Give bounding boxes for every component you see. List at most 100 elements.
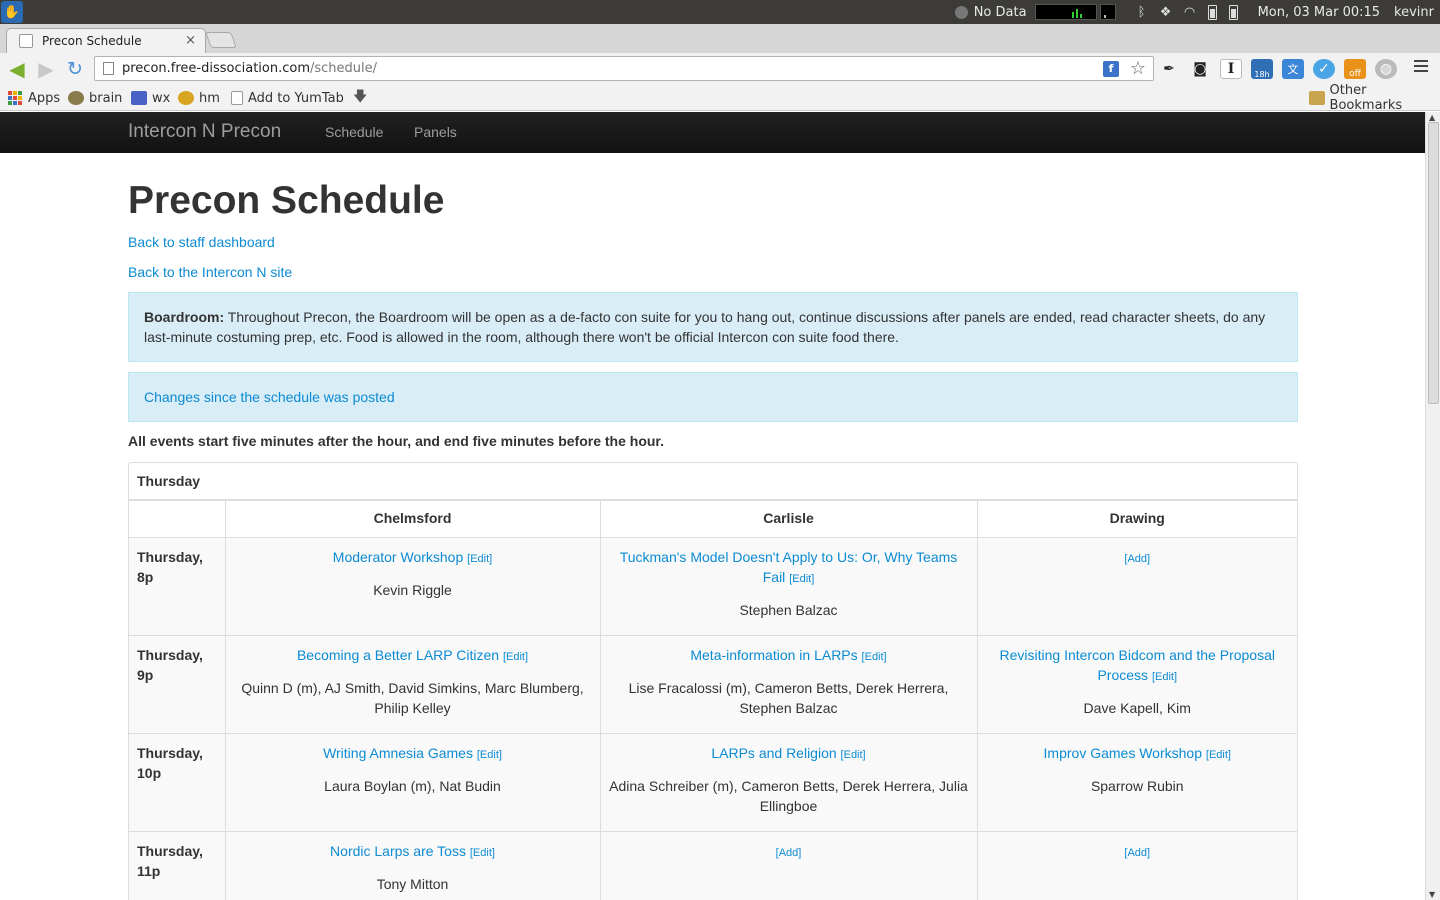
session-title-link[interactable]: Nordic Larps are Toss [330, 843, 466, 859]
calendar-extension-icon[interactable]: 18h [1251, 59, 1273, 79]
hamburger-menu-icon[interactable] [1414, 60, 1428, 75]
session-cell: Writing Amnesia Games [Edit] Laura Boylan… [224, 733, 601, 832]
back-arrow-icon[interactable]: ◀ [6, 57, 28, 81]
session-cell: Moderator Workshop [Edit] Kevin Riggle [224, 537, 601, 636]
battery-2-icon[interactable] [1228, 4, 1238, 20]
back-to-dashboard-link[interactable]: Back to staff dashboard [128, 234, 275, 250]
other-bookmarks[interactable]: Other Bookmarks [1309, 83, 1440, 113]
instapaper-icon[interactable]: I [1220, 59, 1242, 79]
url-host: precon.free-dissociation.com [122, 61, 310, 76]
tab-precon-schedule[interactable]: Precon Schedule × [6, 28, 206, 53]
back-to-site-link[interactable]: Back to the Intercon N site [128, 264, 292, 280]
session-title-line: Tuckman's Model Doesn't Apply to Us: Or,… [609, 547, 969, 589]
forward-arrow-icon[interactable]: ▶ [35, 57, 57, 81]
bluetooth-icon[interactable]: ᛒ [1133, 5, 1151, 20]
os-menu-icon[interactable]: ✋ [1, 1, 23, 23]
bookmark-star-icon[interactable]: ☆ [1130, 58, 1146, 79]
session-title-link[interactable]: Moderator Workshop [333, 549, 463, 565]
room-header: Chelmsford [224, 500, 601, 538]
bookmark-add-to-yumtab[interactable]: Add to YumTab [231, 88, 344, 108]
scrollbar-thumb[interactable] [1428, 122, 1439, 404]
user-menu[interactable]: kevinr [1394, 5, 1434, 20]
add-session-link[interactable]: [Add] [776, 847, 802, 859]
nav-schedule[interactable]: Schedule [325, 124, 383, 140]
edit-session-link[interactable]: [Edit] [477, 749, 502, 761]
dropbox-icon[interactable]: ❖ [1157, 5, 1175, 20]
battery-icon[interactable] [1207, 4, 1217, 20]
empty-session-cell: [Add] [976, 831, 1297, 900]
mask-extension-icon[interactable]: ◙ [1189, 59, 1211, 79]
time-hour: 10p [137, 765, 162, 781]
room-header-row: Chelmsford Carlisle Drawing [129, 500, 1297, 538]
checkmark-extension-icon[interactable]: ✓ [1313, 59, 1335, 79]
reload-icon[interactable]: ↻ [64, 58, 86, 80]
memory-graph [1099, 4, 1116, 20]
network-label: No Data [973, 4, 1027, 20]
session-cell: Improv Games Workshop [Edit] Sparrow Rubi… [976, 733, 1297, 832]
wifi-icon[interactable]: ◠ [1181, 5, 1199, 20]
session-title-link[interactable]: LARPs and Religion [711, 745, 836, 761]
add-session-link[interactable]: [Add] [1124, 847, 1150, 859]
bookmark-hm[interactable]: hm [178, 88, 220, 108]
edit-session-link[interactable]: [Edit] [1206, 749, 1231, 761]
download-arrow-icon[interactable]: 🡇 [353, 88, 367, 108]
nav-panels[interactable]: Panels [414, 124, 457, 140]
edit-session-link[interactable]: [Edit] [1152, 671, 1177, 683]
edit-session-link[interactable]: [Edit] [789, 573, 814, 585]
session-cell: LARPs and Religion [Edit] Adina Schreiber… [599, 733, 978, 832]
time-slot-row: Thursday, 9p Becoming a Better LARP Citize… [129, 635, 1297, 734]
session-title-line: Improv Games Workshop [Edit] [986, 743, 1290, 765]
add-session-link[interactable]: [Add] [1124, 553, 1150, 565]
new-tab-button[interactable] [205, 32, 237, 48]
scroll-down-arrow-icon[interactable]: ▼ [1429, 890, 1435, 899]
edit-session-link[interactable]: [Edit] [862, 651, 887, 663]
bookmark-wx[interactable]: wx [131, 88, 170, 108]
session-cell: Revisiting Intercon Bidcom and the Propo… [976, 635, 1297, 734]
tab-close-icon[interactable]: × [185, 33, 196, 48]
cpu-graph [1034, 4, 1097, 20]
site-navbar: Intercon N Precon Schedule Panels [0, 112, 1425, 153]
session-title-line: Moderator Workshop [Edit] [234, 547, 592, 569]
session-title-link[interactable]: Writing Amnesia Games [323, 745, 473, 761]
facebook-share-icon[interactable]: f [1103, 61, 1119, 77]
time-slot-row: Thursday, 11p Nordic Larps are Toss [Edit]… [129, 831, 1297, 900]
day-heading: Thursday [129, 463, 1297, 500]
clock[interactable]: Mon, 03 Mar 00:15 [1258, 5, 1380, 20]
scroll-up-arrow-icon[interactable]: ▲ [1429, 113, 1435, 122]
session-title-line: Writing Amnesia Games [Edit] [234, 743, 592, 765]
session-title-link[interactable]: Meta-information in LARPs [690, 647, 857, 663]
bookmark-brain[interactable]: brain [68, 88, 122, 108]
schedule-table: Chelmsford Carlisle Drawing Thursday, 8p M… [129, 500, 1297, 900]
session-people: Dave Kapell, Kim [1083, 700, 1191, 716]
translate-icon[interactable]: 文 [1282, 59, 1304, 79]
edit-session-link[interactable]: [Edit] [503, 651, 528, 663]
session-title-line: LARPs and Religion [Edit] [609, 743, 969, 765]
pin-extension-icon[interactable]: ✒ [1158, 59, 1180, 79]
session-title-line: Revisiting Intercon Bidcom and the Propo… [986, 645, 1290, 687]
schedule-panel: Thursday Chelmsford Carlisle Drawing Thu… [128, 462, 1298, 900]
boardroom-label: Boardroom: [144, 309, 225, 325]
edit-session-link[interactable]: [Edit] [841, 749, 866, 761]
changes-link[interactable]: Changes since the schedule was posted [144, 389, 395, 405]
brain-icon [68, 91, 84, 105]
edit-session-link[interactable]: [Edit] [467, 553, 492, 565]
address-bar[interactable]: precon.free-dissociation.com/schedule/ f… [94, 56, 1154, 81]
page-scrollbar[interactable]: ▲ ▼ [1425, 112, 1440, 900]
edit-session-link[interactable]: [Edit] [470, 847, 495, 859]
time-hour: 9p [137, 667, 154, 683]
session-title-link[interactable]: Revisiting Intercon Bidcom and the Propo… [1000, 647, 1275, 683]
session-people: Sparrow Rubin [1090, 778, 1184, 794]
time-slot-label: Thursday, 9p [129, 635, 226, 734]
empty-session-cell: [Add] [976, 537, 1297, 636]
folder-icon [1309, 91, 1325, 105]
session-title-link[interactable]: Becoming a Better LARP Citizen [297, 647, 499, 663]
bookmark-apps[interactable]: Apps [8, 88, 60, 108]
site-brand[interactable]: Intercon N Precon [128, 121, 281, 143]
globe-extension-icon[interactable]: ◍ [1375, 59, 1397, 79]
time-slot-label: Thursday, 10p [129, 733, 226, 832]
session-title-line: Meta-information in LARPs [Edit] [609, 645, 969, 667]
off-extension-icon[interactable]: off [1344, 59, 1366, 79]
network-status-icon [954, 5, 968, 19]
session-title-link[interactable]: Improv Games Workshop [1044, 745, 1202, 761]
time-slot-label: Thursday, 11p [129, 831, 226, 900]
